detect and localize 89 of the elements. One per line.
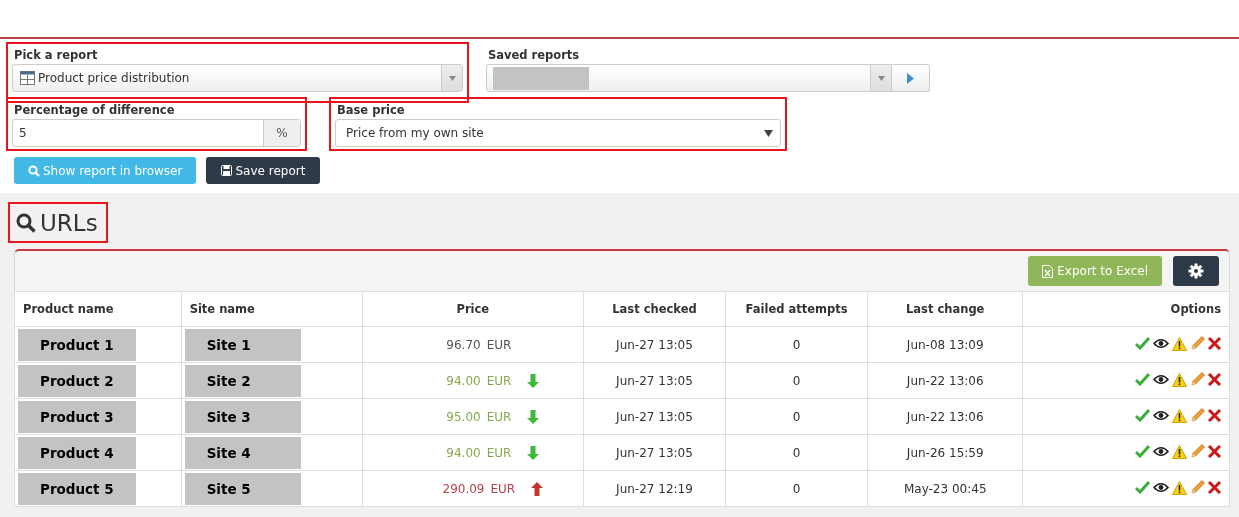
field-label: Base price <box>336 102 406 119</box>
table-cell: 0 <box>725 398 868 435</box>
currency-label: EUR <box>486 337 512 352</box>
base-price-dropdown[interactable]: Price from my own site <box>335 119 781 147</box>
price-value: 96.70 <box>446 337 481 352</box>
table-cell: Jun-22 13:06 <box>867 362 1023 399</box>
eye-icon[interactable] <box>1153 374 1169 385</box>
table-cell: Site 1 <box>184 328 301 361</box>
warning-icon[interactable] <box>1172 372 1187 387</box>
search-icon <box>28 164 40 177</box>
field-label: Percentage of difference <box>13 102 176 119</box>
column-header[interactable]: Failed attempts <box>725 291 868 327</box>
table-cell: Jun-27 13:05 <box>583 362 726 399</box>
down-arrow-icon <box>527 445 540 460</box>
eye-icon[interactable] <box>1153 446 1169 457</box>
table-cell: 0 <box>725 362 868 399</box>
down-arrow-icon <box>527 373 540 388</box>
field-label: Pick a report <box>13 47 99 64</box>
eye-icon[interactable] <box>1153 410 1169 421</box>
checkmark-icon[interactable] <box>1135 373 1150 386</box>
eye-icon[interactable] <box>1153 338 1169 349</box>
excel-file-icon <box>1042 264 1054 278</box>
caret-icon <box>877 75 885 81</box>
price-value: 94.00 <box>446 445 481 460</box>
report-dropdown[interactable]: Product price distribution <box>12 64 463 92</box>
table-cell: 0 <box>725 434 868 471</box>
delete-icon[interactable] <box>1208 481 1221 494</box>
currency-label: EUR <box>486 445 512 460</box>
currency-label: EUR <box>486 373 512 388</box>
table-cell: Jun-22 13:06 <box>867 398 1023 435</box>
column-header[interactable]: Last change <box>867 291 1023 327</box>
column-header[interactable]: Site name <box>181 291 363 327</box>
table-cell: Site 3 <box>184 400 301 433</box>
save-report-button[interactable]: Save report <box>206 157 321 184</box>
checkmark-icon[interactable] <box>1135 337 1150 350</box>
column-header[interactable]: Options <box>1022 291 1229 327</box>
table-cell: Site 5 <box>184 472 301 505</box>
checkmark-icon[interactable] <box>1135 445 1150 458</box>
field-label: Saved reports <box>487 47 581 64</box>
column-header[interactable]: Last checked <box>583 291 726 327</box>
search-icon <box>16 212 36 233</box>
table-cell: 0 <box>725 326 868 363</box>
percentage-input[interactable]: 5 % <box>12 119 301 147</box>
warning-icon[interactable] <box>1172 480 1187 495</box>
currency-label: EUR <box>490 481 516 496</box>
dropdown-value: Price from my own site <box>346 126 485 140</box>
table-cell: Product 5 <box>18 472 136 505</box>
delete-icon[interactable] <box>1208 373 1221 386</box>
checkmark-icon[interactable] <box>1135 481 1150 494</box>
percent-addon: % <box>263 120 300 146</box>
table-cell: Site 2 <box>184 364 301 397</box>
settings-button[interactable] <box>1173 256 1219 286</box>
table-cell: Jun-08 13:09 <box>867 326 1023 363</box>
price-value: 94.00 <box>446 373 481 388</box>
checkmark-icon[interactable] <box>1135 409 1150 422</box>
eye-icon[interactable] <box>1153 482 1169 493</box>
table-cell: Product 3 <box>18 400 136 433</box>
delete-icon[interactable] <box>1208 409 1221 422</box>
settings-icon <box>1188 263 1204 279</box>
delete-icon[interactable] <box>1208 337 1221 350</box>
column-header[interactable]: Product name <box>15 291 182 327</box>
caret-icon <box>448 75 456 81</box>
section-title: URLs <box>40 209 98 236</box>
currency-label: EUR <box>486 409 512 424</box>
table-cell: Product 4 <box>18 436 136 469</box>
price-value: 290.09 <box>442 481 485 496</box>
table-cell: Jun-27 13:05 <box>583 398 726 435</box>
play-icon <box>907 72 914 84</box>
delete-icon[interactable] <box>1208 445 1221 458</box>
table-icon <box>20 71 35 85</box>
warning-icon[interactable] <box>1172 336 1187 351</box>
table-cell: Jun-27 13:05 <box>583 434 726 471</box>
table-cell: 0 <box>725 470 868 507</box>
caret-icon <box>764 129 773 137</box>
table-cell: Jun-27 13:05 <box>583 326 726 363</box>
table-cell: Jun-26 15:59 <box>867 434 1023 471</box>
down-arrow-icon <box>527 409 540 424</box>
up-arrow-icon <box>531 481 544 496</box>
table-cell: Site 4 <box>184 436 301 469</box>
column-header[interactable]: Price <box>362 291 584 327</box>
warning-icon[interactable] <box>1172 408 1187 423</box>
table-cell: Jun-27 12:19 <box>583 470 726 507</box>
table-cell: Product 1 <box>18 328 136 361</box>
dropdown-value: Product price distribution <box>37 71 191 85</box>
table-cell: Product 2 <box>18 364 136 397</box>
warning-icon[interactable] <box>1172 444 1187 459</box>
price-value: 95.00 <box>446 409 481 424</box>
load-report-button[interactable] <box>892 64 930 92</box>
table-cell: May-23 00:45 <box>867 470 1023 507</box>
